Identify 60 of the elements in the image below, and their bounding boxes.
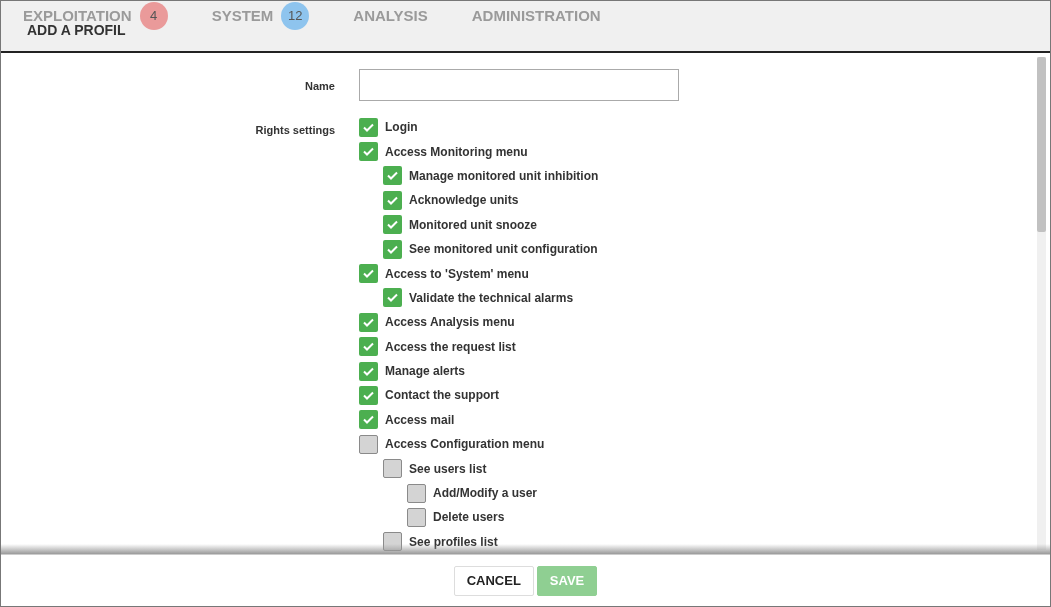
nav-tab[interactable]: SYSTEM: [211, 4, 274, 28]
scrollbar[interactable]: [1037, 57, 1046, 550]
count-badge: 12: [281, 2, 310, 30]
check-icon: [363, 366, 374, 376]
nav-tab[interactable]: ADMINISTRATION: [471, 4, 601, 28]
checkbox-label: Access the request list: [385, 338, 516, 356]
checkbox-label: Access Analysis menu: [385, 314, 515, 332]
checkbox[interactable]: [359, 337, 378, 357]
checkbox[interactable]: [383, 459, 402, 479]
checkbox-label: Add/Modify a user: [433, 485, 537, 503]
checkbox-label: Access Monitoring menu: [385, 143, 528, 161]
check-icon: [387, 244, 398, 254]
check-icon: [363, 317, 374, 327]
checkbox-label: Monitored unit snooze: [409, 216, 537, 234]
check-icon: [363, 415, 374, 425]
check-icon: [363, 391, 374, 400]
checkbox[interactable]: [383, 239, 402, 259]
checkbox[interactable]: [383, 215, 402, 235]
check-icon: [387, 195, 398, 205]
checkbox-label: Manage alerts: [385, 363, 466, 381]
checkbox[interactable]: [359, 312, 378, 332]
count-badge: 4: [139, 2, 168, 30]
nav-tab[interactable]: ANALYSIS: [353, 4, 428, 28]
checkbox[interactable]: [383, 166, 402, 186]
checkbox[interactable]: [407, 507, 426, 527]
check-icon: [363, 147, 374, 157]
checkbox-label: Acknowledge units: [409, 192, 519, 210]
checkbox-label: See profiles list: [409, 533, 498, 551]
checkbox[interactable]: [383, 532, 402, 552]
checkbox[interactable]: [359, 117, 378, 137]
check-icon: [387, 293, 398, 303]
name-input[interactable]: [359, 69, 679, 101]
checkbox[interactable]: [383, 288, 402, 308]
checkbox-label: See monitored unit configuration: [409, 241, 598, 259]
checkbox-label: Validate the technical alarms: [409, 289, 574, 307]
checkbox-label: Delete users: [433, 509, 505, 527]
check-icon: [387, 220, 398, 230]
checkbox[interactable]: [383, 190, 402, 210]
check-icon: [363, 342, 374, 352]
checkbox[interactable]: [359, 264, 378, 284]
checkbox-label: Contact the support: [385, 387, 499, 405]
checkbox-label: Access Configuration menu: [385, 436, 545, 454]
check-icon: [387, 171, 398, 181]
check-icon: [363, 122, 374, 132]
checkbox[interactable]: [359, 386, 378, 405]
checkbox[interactable]: [359, 434, 378, 454]
checkbox[interactable]: [359, 142, 378, 162]
checkbox[interactable]: [359, 410, 378, 430]
check-icon: [363, 269, 374, 279]
checkbox-label: Login: [385, 119, 418, 137]
checkbox-label: Access to 'System' menu: [385, 265, 529, 283]
checkbox-label: Manage monitored unit inhibition: [409, 167, 599, 185]
checkbox-label: Access mail: [385, 411, 455, 429]
field-label: Rights settings: [254, 123, 335, 138]
cancel-button[interactable]: CANCEL: [453, 565, 534, 596]
checkbox[interactable]: [407, 483, 426, 503]
field-label: Name: [304, 79, 335, 94]
checkbox[interactable]: [359, 361, 378, 381]
checkbox-label: See users list: [409, 460, 487, 478]
dialog-title: ADD A PROFIL: [27, 21, 126, 40]
